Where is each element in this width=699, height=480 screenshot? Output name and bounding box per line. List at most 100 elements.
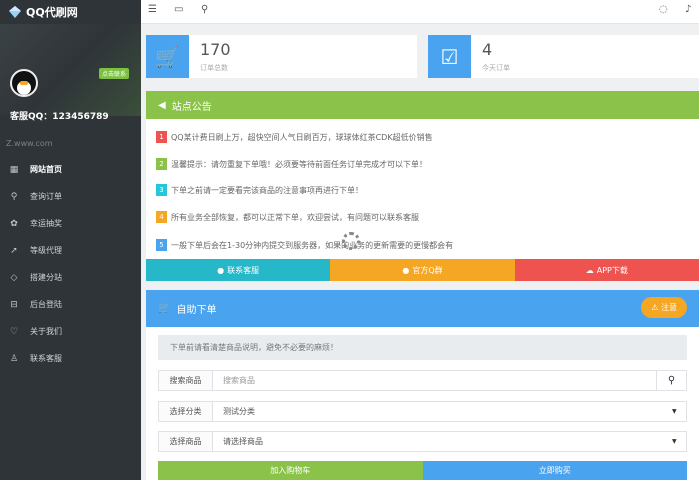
notice-num: 4 [156,211,167,223]
brand[interactable]: QQ代刷网 [0,0,141,24]
sidebar: QQ代刷网 点击联系 客服QQ：123456789 Z.www.com ▦ 网站首… [0,0,141,480]
nav-label: 网站首页 [30,165,62,174]
product-row: 选择商品 请选择商品 ▼ [158,431,687,452]
nav-item-about[interactable]: ♡ 关于我们 [0,318,141,345]
order-title: 自助下单 [176,305,217,316]
notice-num: 3 [156,184,167,196]
nav-menu: ▦ 网站首页 ⚲ 查询订单 ✿ 幸运抽奖 ➚ 等级代理 ◇ 搭建分站 ⊟ 后台登陆 ♡ 关于我… [0,156,141,372]
cart-icon: 🛒 [146,35,189,78]
nav-item-admin[interactable]: ⊟ 后台登陆 [0,291,141,318]
topbar: ☰ ▭ ⚲ ◌ ♪ [141,0,699,24]
nav-item-home[interactable]: ▦ 网站首页 [0,156,141,183]
notice-text: 一般下单后会在1-30分钟内提交到服务器，如果的业务的更新需要的更慢都会有 [171,240,454,250]
contact-badge[interactable]: 点击联系 [99,68,130,79]
notice-item: 5 一般下单后会在1-30分钟内提交到服务器，如果的业务的更新需要的更慢都会有 [156,238,453,252]
notice-title: 站点公告 [171,101,212,113]
nav-label: 后台登陆 [30,300,62,309]
nav-label: 关于我们 [30,327,62,336]
rocket-icon: ➚ [10,245,18,256]
nav-item-lottery[interactable]: ✿ 幸运抽奖 [0,210,141,237]
site-url: Z.www.com [6,139,53,148]
nav-item-query[interactable]: ⚲ 查询订单 [0,183,141,210]
notice-text: 温馨提示：请勿重复下单哦！必须要等待前面任务订单完成才可以下单！ [171,159,427,169]
button-label: 联系客服 [227,265,260,275]
card-icon[interactable]: ▭ [174,4,183,15]
official-group-button[interactable]: ● 官方Q群 [330,259,515,281]
cart-icon: 🛒 [158,303,171,314]
heart-icon: ♡ [9,326,19,337]
notice-text: QQ某计费日刷上万，超快空间人气日刷百万，球球体红茶CDK超低价销售 [171,132,433,142]
caret-down-icon: ▼ [672,408,677,415]
search-label: 搜索商品 [159,371,213,390]
contact-service-button[interactable]: ● 联系客服 [146,259,331,281]
category-row: 选择分类 测试分类 ▼ [158,401,687,422]
checkbox-icon: ☑ [428,35,471,78]
notice-item: 3 下单之前请一定要看完该商品的注意事项再进行下单！ [156,183,363,197]
order-header: 🛒 自助下单 ⚠ 注意 [146,290,699,327]
diamond-icon: ◇ [10,272,18,283]
profile-card: 点击联系 客服QQ：123456789 [0,24,141,122]
stat-card-total: 🛒 170 订单总数 [146,35,417,78]
notice-num: 1 [156,131,167,143]
nav-label: 搭建分站 [30,273,62,282]
order-panel: 🛒 自助下单 ⚠ 注意 下单前请看清楚商品说明，避免不必要的麻烦！ 搜索商品 搜… [146,290,699,480]
group-icon: ● [402,265,410,275]
notice-buttons: ● 联系客服 ● 官方Q群 ☁ APP下载 [146,259,699,281]
notice-item: 4 所有业务全部恢复，都可以正常下单，欢迎尝试，有问题可以联系客服 [156,210,419,224]
order-tip: 下单前请看清楚商品说明，避免不必要的麻烦！ [158,335,687,360]
category-select[interactable]: 测试分类 [213,406,672,417]
search-input[interactable]: 搜索商品 [213,375,656,386]
notice-text: 下单之前请一定要看完该商品的注意事项再进行下单！ [171,185,363,195]
buy-now-button[interactable]: 立即购买 [422,461,687,480]
stat-value: 170 [200,40,231,59]
user-icon: ♙ [9,353,19,364]
notice-text: 所有业务全部恢复，都可以正常下单，欢迎尝试，有问题可以联系客服 [171,212,419,222]
search-icon: ⚲ [667,375,676,386]
nav-item-agent[interactable]: ➚ 等级代理 [0,237,141,264]
search-button[interactable]: ⚲ [656,371,686,390]
loading-spinner-icon [342,232,360,250]
grid-icon: ▦ [9,164,19,175]
notice-item: 1 QQ某计费日刷上万，超快空间人气日刷百万，球球体红茶CDK超低价销售 [156,130,433,144]
category-label: 选择分类 [159,402,213,421]
stat-card-today: ☑ 4 今天订单 [428,35,699,78]
nav-label: 查询订单 [30,192,62,201]
notice-num: 5 [156,239,167,251]
search-icon[interactable]: ⚲ [201,4,208,15]
bell-icon[interactable]: ♪ [685,4,691,15]
notice-num: 2 [156,158,167,170]
notice-item: 2 温馨提示：请勿重复下单哦！必须要等待前面任务订单完成才可以下单！ [156,157,427,171]
warning-icon: ⚠ [651,303,661,312]
button-label: 官方Q群 [412,265,443,275]
order-actions: 加入购物车 立即购买 [158,461,687,480]
stat-label: 订单总数 [200,64,228,72]
cloud-download-icon: ☁ [585,265,594,275]
notice-panel: ◀ 站点公告 1 QQ某计费日刷上万，超快空间人气日刷百万，球球体红茶CDK超低价… [146,91,699,281]
diamond-logo-icon [9,6,21,18]
refresh-icon[interactable]: ◌ [659,4,668,15]
stat-label: 今天订单 [482,64,510,72]
button-label: APP下载 [596,265,628,275]
brand-title: QQ代刷网 [26,6,78,19]
megaphone-icon: ◀ [158,99,166,111]
nav-label: 等级代理 [30,246,62,255]
gift-icon: ✿ [10,218,18,229]
notice-header: ◀ 站点公告 [146,91,699,119]
menu-list-icon[interactable]: ☰ [148,4,157,15]
kefu-qq: 客服QQ：123456789 [10,112,109,122]
lock-icon: ⊟ [10,299,18,310]
caret-down-icon: ▼ [672,438,677,445]
stat-value: 4 [482,40,493,59]
nav-label: 联系客服 [30,354,62,363]
nav-item-contact[interactable]: ♙ 联系客服 [0,345,141,372]
product-label: 选择商品 [159,432,213,451]
nav-label: 幸运抽奖 [30,219,62,228]
warning-button[interactable]: ⚠ 注意 [641,297,687,318]
avatar[interactable] [10,69,38,97]
search-icon: ⚲ [10,191,18,202]
nav-item-substation[interactable]: ◇ 搭建分站 [0,264,141,291]
add-cart-button[interactable]: 加入购物车 [158,461,423,480]
search-row: 搜索商品 搜索商品 ⚲ [158,370,687,391]
product-select[interactable]: 请选择商品 [213,436,672,447]
app-download-button[interactable]: ☁ APP下载 [514,259,699,281]
